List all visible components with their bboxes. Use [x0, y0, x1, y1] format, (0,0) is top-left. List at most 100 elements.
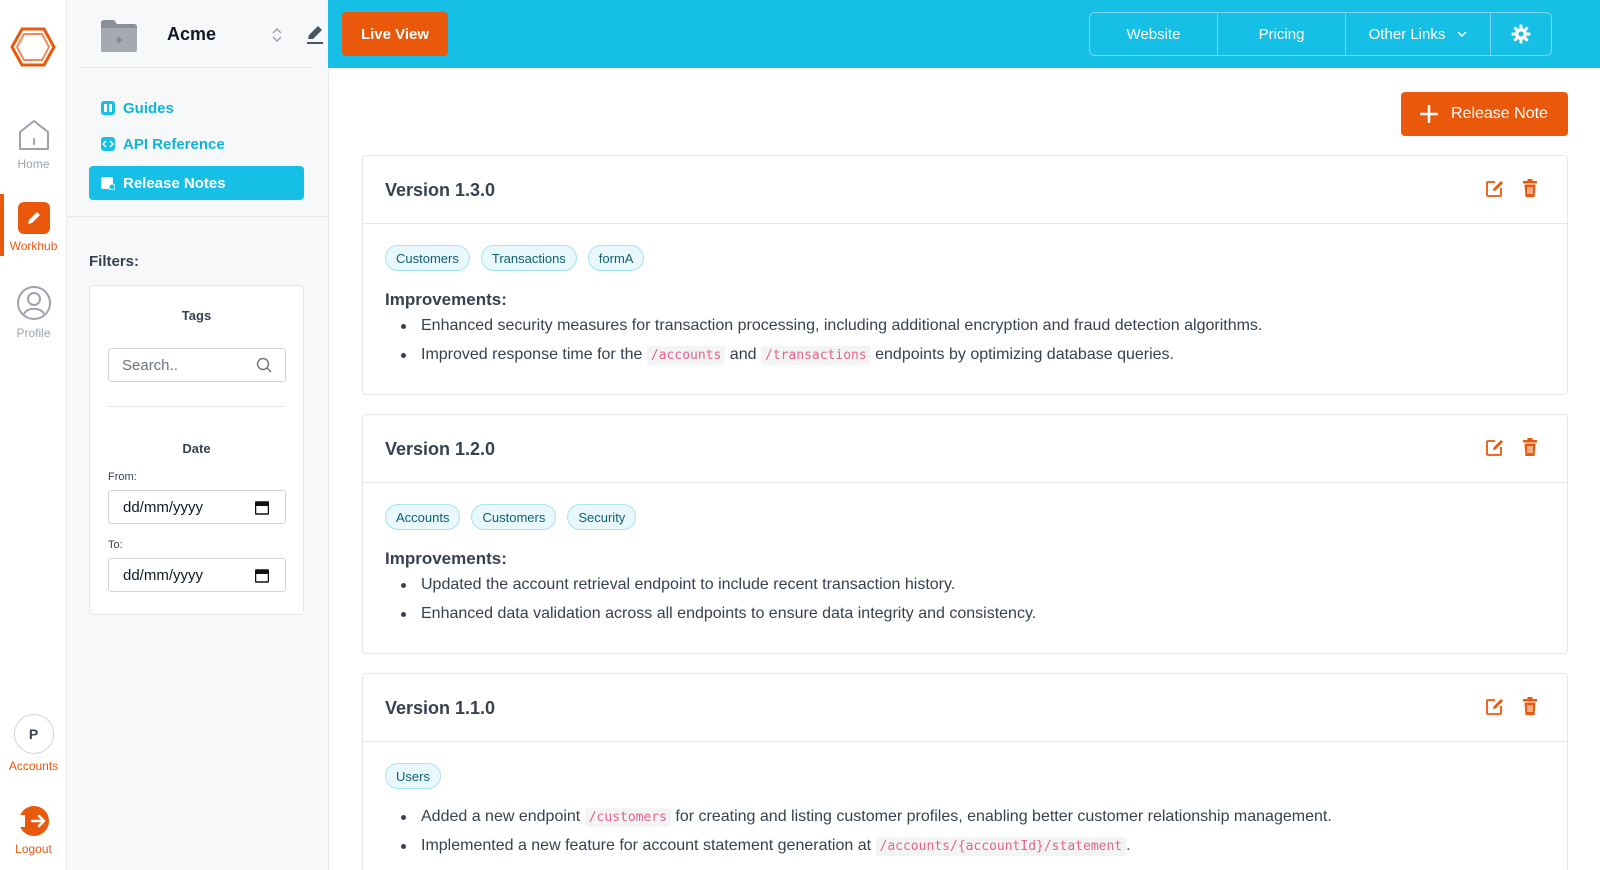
rail-profile-label: Profile	[16, 326, 51, 340]
edit-icon[interactable]	[1485, 178, 1505, 198]
chevron-updown-icon[interactable]	[270, 26, 284, 44]
home-icon	[18, 120, 49, 150]
inline-code: /accounts/{accountId}/statement	[875, 837, 1127, 856]
release-tags: Users	[385, 763, 452, 789]
nav-guides-label: Guides	[123, 99, 174, 117]
calendar-icon[interactable]	[255, 500, 269, 515]
tag-chip[interactable]: Accounts	[385, 504, 461, 530]
gear-icon	[1511, 24, 1531, 44]
profile-icon	[16, 286, 51, 320]
trash-icon[interactable]	[1522, 438, 1538, 456]
filters-title: Filters:	[89, 253, 140, 270]
trash-icon[interactable]	[1522, 179, 1538, 197]
live-view-button[interactable]: Live View	[342, 12, 448, 56]
code-icon	[101, 137, 115, 151]
rail-accounts-label: Accounts	[8, 759, 59, 773]
secondary-sidebar: Acme Guides API Reference Release Notes …	[67, 0, 329, 870]
rail-workhub-label: Workhub	[9, 239, 58, 253]
calendar-check-icon	[101, 177, 115, 190]
nav-api-reference[interactable]: API Reference	[89, 127, 304, 161]
to-date-value: dd/mm/yyyy	[123, 566, 204, 584]
search-icon	[256, 357, 272, 373]
chevron-down-icon	[1457, 31, 1467, 38]
calendar-icon[interactable]	[255, 568, 269, 583]
rail-item-profile[interactable]: Profile	[0, 285, 67, 355]
tag-chip[interactable]: formA	[587, 245, 645, 271]
edit-icon[interactable]	[1485, 437, 1505, 457]
nav-release-notes[interactable]: Release Notes	[89, 166, 304, 200]
project-switcher[interactable]: Acme	[81, 12, 323, 68]
list-item: Enhanced data validation across all endp…	[400, 599, 1036, 628]
rail-home-label: Home	[17, 157, 50, 171]
release-card: Version 1.1.0 Users Added a new endpoint…	[362, 673, 1568, 870]
top-links-group: Website Pricing Other Links	[1089, 12, 1552, 56]
list-item: Improved response time for the /accounts…	[400, 340, 1262, 369]
rail-item-accounts[interactable]: P Accounts	[0, 714, 67, 784]
release-tags: Customers Transactions formA	[385, 245, 655, 271]
rail-item-logout[interactable]: Logout	[0, 805, 67, 870]
pricing-link[interactable]: Pricing	[1218, 13, 1346, 55]
tag-search-placeholder: Search..	[122, 356, 178, 374]
release-version-title: Version 1.3.0	[385, 180, 496, 200]
release-card-header: Version 1.3.0	[363, 156, 1567, 224]
section-title: Improvements:	[385, 290, 507, 309]
nav-guides[interactable]: Guides	[89, 91, 304, 125]
other-links-dropdown[interactable]: Other Links	[1346, 13, 1491, 55]
rail-item-workhub[interactable]: Workhub	[0, 194, 67, 272]
date-filter-title: Date	[182, 441, 211, 456]
account-avatar[interactable]: P	[13, 714, 54, 754]
plus-icon	[1420, 105, 1438, 123]
list-item: Updated the account retrieval endpoint t…	[400, 570, 1036, 599]
app-logo-icon[interactable]	[10, 26, 56, 68]
logout-icon	[17, 806, 49, 836]
filter-divider	[108, 406, 286, 407]
inline-code: /accounts	[646, 346, 726, 365]
release-version-title: Version 1.2.0	[385, 439, 496, 459]
inline-code: /customers	[584, 808, 671, 827]
edit-project-icon[interactable]	[303, 22, 327, 46]
list-item: Implemented a new feature for account st…	[401, 831, 1332, 860]
top-bar: Live View Website Pricing Other Links	[328, 0, 1600, 68]
release-card: Version 1.2.0 Accounts Customers Securit…	[362, 414, 1568, 654]
book-icon	[101, 101, 115, 115]
release-tags: Accounts Customers Security	[385, 504, 647, 530]
section-title: Improvements:	[385, 549, 507, 568]
tag-chip[interactable]: Users	[385, 763, 441, 789]
rail-logout-label: Logout	[15, 842, 52, 856]
add-release-note-button[interactable]: Release Note	[1401, 92, 1568, 136]
release-items: Updated the account retrieval endpoint t…	[400, 570, 1036, 628]
tag-chip[interactable]: Customers	[385, 245, 470, 271]
icon-rail: Home Workhub Profile P Accounts Logout	[0, 0, 67, 870]
from-date-input[interactable]: dd/mm/yyyy	[108, 490, 286, 524]
settings-button[interactable]	[1491, 13, 1551, 55]
tag-search-input[interactable]: Search..	[108, 348, 286, 382]
release-card-header: Version 1.1.0	[363, 674, 1567, 742]
inline-code: /transactions	[760, 346, 871, 365]
nav-api-reference-label: API Reference	[123, 135, 225, 153]
release-card-header: Version 1.2.0	[363, 415, 1567, 483]
add-release-note-label: Release Note	[1451, 105, 1548, 122]
to-date-input[interactable]: dd/mm/yyyy	[108, 558, 286, 592]
rail-item-home[interactable]: Home	[0, 118, 67, 188]
sidebar-divider	[67, 216, 328, 217]
release-items: Added a new endpoint /customers for crea…	[401, 802, 1332, 860]
release-items: Enhanced security measures for transacti…	[400, 311, 1262, 369]
from-date-value: dd/mm/yyyy	[123, 498, 204, 516]
list-item: Enhanced security measures for transacti…	[400, 311, 1262, 340]
project-name: Acme	[167, 24, 217, 44]
to-label: To:	[108, 539, 123, 551]
list-item: Added a new endpoint /customers for crea…	[401, 802, 1332, 831]
folder-icon	[101, 20, 137, 52]
trash-icon[interactable]	[1522, 697, 1538, 715]
website-link[interactable]: Website	[1090, 13, 1218, 55]
release-card: Version 1.3.0 Customers Transactions for…	[362, 155, 1568, 395]
workhub-pencil-icon	[17, 202, 50, 234]
tag-chip[interactable]: Customers	[471, 504, 557, 530]
tag-chip[interactable]: Transactions	[480, 245, 577, 271]
edit-icon[interactable]	[1485, 696, 1505, 716]
nav-release-notes-label: Release Notes	[123, 174, 226, 192]
other-links-label: Other Links	[1368, 25, 1446, 43]
tag-chip[interactable]: Security	[567, 504, 637, 530]
release-version-title: Version 1.1.0	[385, 698, 496, 718]
from-label: From:	[108, 471, 137, 483]
